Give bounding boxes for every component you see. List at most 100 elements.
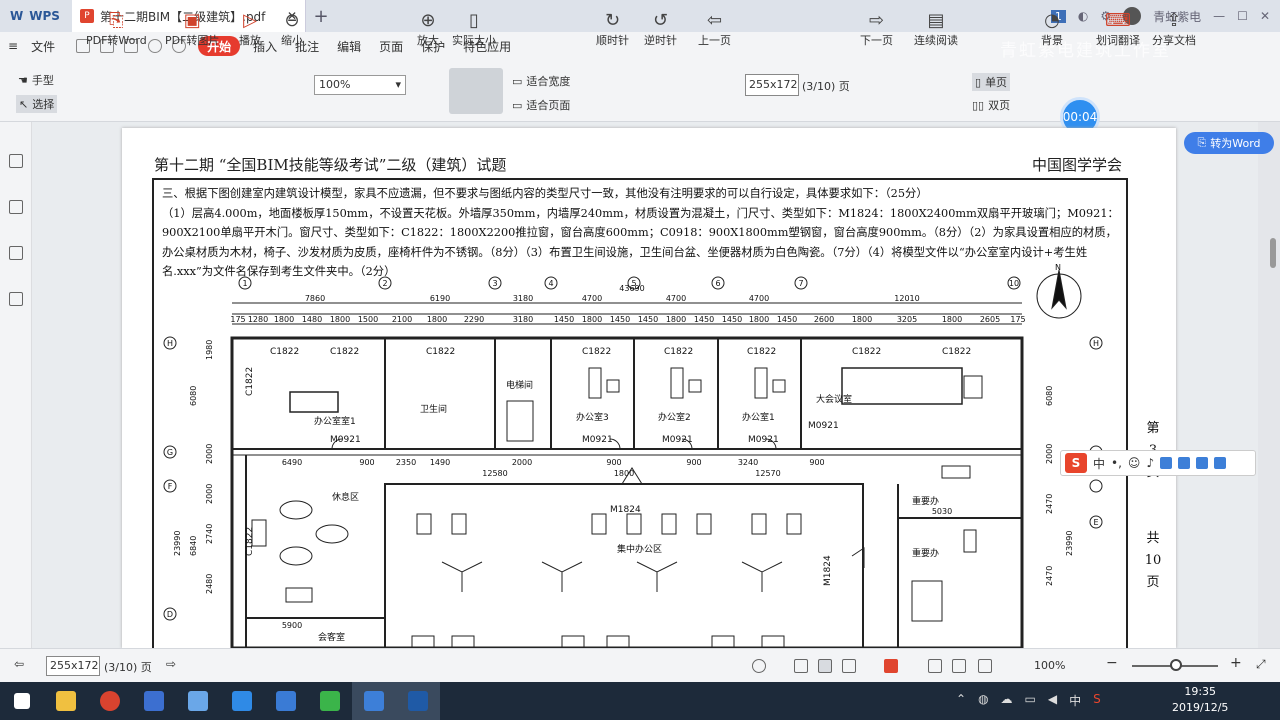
scrollbar-thumb[interactable] <box>1270 238 1276 268</box>
actual-size-button[interactable]: ▯ 实际大小 <box>452 8 496 48</box>
taskbar-app6[interactable] <box>264 682 308 720</box>
new-tab-button[interactable]: + <box>306 0 336 32</box>
north-label: N <box>1055 263 1061 272</box>
tray-chevron-icon[interactable]: ⌃ <box>956 692 966 709</box>
fit-page-button[interactable]: ▭ 适合页面 <box>512 97 570 113</box>
pdf-to-word-button[interactable]: ⎘ PDF转Word <box>86 8 147 48</box>
menu-file[interactable]: 文件 <box>22 36 64 56</box>
ime-mode[interactable]: 中 <box>1093 455 1105 472</box>
fullscreen-icon[interactable] <box>978 659 992 673</box>
single-page-button[interactable]: ▯ 单页 <box>972 73 1011 91</box>
prev-page-button[interactable]: ⇦ 上一页 <box>698 8 731 48</box>
taskbar-wps[interactable] <box>352 682 396 720</box>
right-scroll-track[interactable] <box>1258 122 1280 648</box>
undo-icon[interactable] <box>148 39 163 53</box>
minimize-icon[interactable]: — <box>1213 9 1225 23</box>
select-tool[interactable]: ↖ 选择 <box>16 95 58 113</box>
hamburger-icon[interactable]: ≡ <box>8 39 18 53</box>
zoom-slider-knob[interactable] <box>1170 659 1182 671</box>
nav-back-icon[interactable]: ⇦ <box>14 657 24 671</box>
dimension-label: 23990 <box>173 531 182 556</box>
taskbar-app4[interactable] <box>176 682 220 720</box>
mic-icon[interactable]: ♪ <box>1146 456 1154 470</box>
dimension-label: 900 <box>809 458 824 467</box>
side-text: 页 <box>1146 575 1160 590</box>
start-button[interactable] <box>0 682 44 720</box>
convert-to-word-button[interactable]: ⎘ 转为Word <box>1184 132 1274 154</box>
keyboard-icon[interactable] <box>1160 457 1173 469</box>
grid-icon[interactable] <box>1214 457 1227 469</box>
taskbar-app3[interactable] <box>132 682 176 720</box>
volume-icon[interactable]: ◀ <box>1048 692 1057 709</box>
app-icon <box>232 691 252 711</box>
zoom-out-button[interactable]: ⊖ 缩小 <box>280 8 304 48</box>
tray-app-icon[interactable]: ◍ <box>978 692 988 709</box>
single-page-view-icon[interactable] <box>794 659 808 673</box>
rotate-cw-button[interactable]: ↻ 顺时针 <box>596 8 629 48</box>
wps-home-tab[interactable]: W WPS <box>0 0 72 32</box>
status-bar: ⇦ 255x172 (3/10) 页 ⇨ 100% − + ⤢ <box>0 648 1280 682</box>
hand-tool[interactable]: ☚ 手型 <box>18 72 54 88</box>
room-label: 办公室2 <box>658 411 691 423</box>
fit-width-button[interactable]: ▭ 适合宽度 <box>512 73 570 89</box>
play-icon[interactable] <box>884 659 898 673</box>
status-page-input[interactable]: 255x172 <box>46 656 100 676</box>
sogou-tray-icon[interactable]: S <box>1093 692 1101 709</box>
next-page-button[interactable]: ⇨ 下一页 <box>860 8 893 48</box>
rotate-cw-icon: ↻ <box>604 9 621 31</box>
system-clock[interactable]: 19:35 2019/12/5 <box>1172 684 1228 716</box>
annotation-icon[interactable] <box>8 246 23 260</box>
dimension-label: 1490 <box>430 458 450 467</box>
input-language[interactable]: 中 <box>1069 692 1081 709</box>
dimension-label: 1450 <box>777 315 797 324</box>
dimension-label: 1800 <box>427 315 447 324</box>
skin-icon[interactable]: ◐ <box>1078 9 1088 23</box>
taskbar-app5[interactable] <box>220 682 264 720</box>
menu-edit[interactable]: 编辑 <box>328 36 370 56</box>
zoom-in-button[interactable]: ⊕ 放大 <box>416 8 440 48</box>
pdf-to-image-button[interactable]: ▣ PDF转图片 <box>165 8 219 48</box>
eye-icon[interactable] <box>752 659 766 673</box>
tray-cloud-icon[interactable]: ☁ <box>1001 692 1013 709</box>
image-icon[interactable] <box>8 200 23 214</box>
background-button[interactable]: ◔ 背景 <box>1040 8 1064 48</box>
zoom-plus-icon[interactable]: + <box>1230 655 1242 671</box>
maximize-icon[interactable]: ☐ <box>1237 9 1248 23</box>
convert-to-word-label: 转为Word <box>1210 137 1261 150</box>
dimension-label: 1480 <box>302 315 322 324</box>
double-page-view-icon[interactable] <box>842 659 856 673</box>
share-button[interactable]: ⇪ 分享文档 <box>1152 8 1196 48</box>
taskbar-chrome[interactable] <box>88 682 132 720</box>
taskbar-wechat[interactable] <box>308 682 352 720</box>
double-page-button[interactable]: ▯▯ 双页 <box>972 97 1010 113</box>
network-icon[interactable]: ▭ <box>1025 692 1036 709</box>
continuous-read-button[interactable]: ▤ 连续阅读 <box>914 8 958 48</box>
translate-button[interactable]: ⌨ 划词翻译 <box>1096 8 1140 48</box>
sogou-icon[interactable]: S <box>1065 453 1087 473</box>
zoom-select[interactable]: 100% ▾ <box>314 75 406 95</box>
hand-label: 手型 <box>31 74 54 87</box>
continuous-view-icon[interactable] <box>818 659 832 673</box>
single-page-icon: ▯ <box>975 75 982 89</box>
user-icon[interactable] <box>1178 457 1191 469</box>
zoom-minus-icon[interactable]: − <box>1106 655 1118 671</box>
attachment-icon[interactable] <box>8 292 23 306</box>
dimension-label: 2470 <box>1045 566 1054 586</box>
taskbar-revit[interactable] <box>396 682 440 720</box>
rotate-ccw-button[interactable]: ↺ 逆时针 <box>644 8 677 48</box>
pdf-to-image-icon: ▣ <box>183 9 201 31</box>
nav-forward-icon[interactable]: ⇨ <box>166 657 176 671</box>
taskbar-explorer[interactable] <box>44 682 88 720</box>
fit-view-icon[interactable] <box>928 659 942 673</box>
play-button[interactable]: ▷ 播放 <box>238 8 262 48</box>
fit-width-view-icon[interactable] <box>952 659 966 673</box>
menu-page[interactable]: 页面 <box>370 36 412 56</box>
skin-icon[interactable] <box>1196 457 1209 469</box>
emoji-icon[interactable]: ☺ <box>1128 456 1141 470</box>
fullscreen-expand-icon[interactable]: ⤢ <box>1256 657 1266 672</box>
close-window-icon[interactable]: ✕ <box>1260 9 1270 23</box>
next-page-label: 下一页 <box>860 34 893 47</box>
punctuation-icon[interactable]: •, <box>1111 456 1122 470</box>
page-input[interactable]: 255x172 <box>745 74 799 96</box>
thumbnails-icon[interactable] <box>8 154 23 168</box>
